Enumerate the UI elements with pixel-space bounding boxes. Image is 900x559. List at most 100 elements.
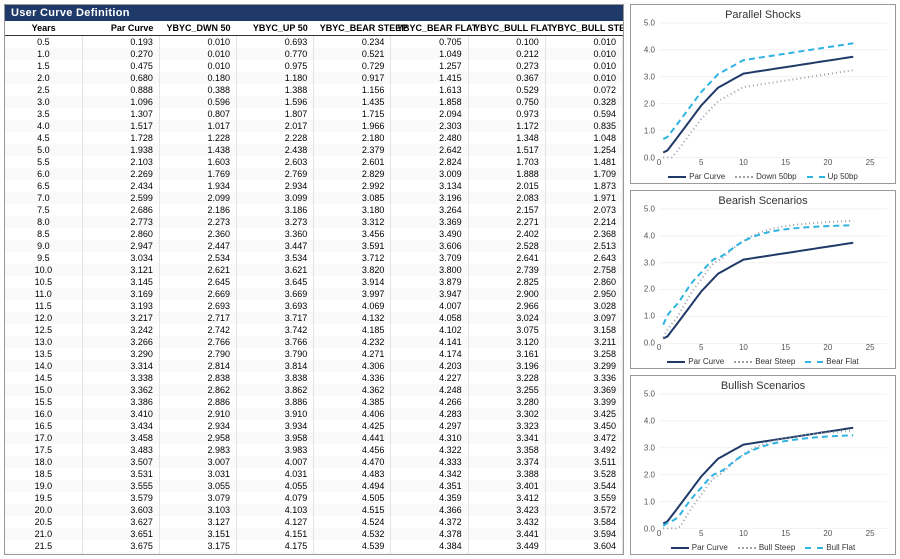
table-cell: 3.800 (391, 264, 468, 276)
table-cell: 22.0 (5, 552, 82, 554)
table-cell: 3.434 (82, 420, 159, 432)
table-cell: 2.643 (545, 252, 622, 264)
table-cell: 4.483 (314, 468, 391, 480)
col-header: Years (5, 21, 82, 36)
table-cell: 3.947 (391, 288, 468, 300)
table-row: 22.03.7003.2004.2004.5454.3893.4563.613 (5, 552, 623, 554)
table-cell: 0.705 (391, 36, 468, 49)
table-cell: 3.360 (237, 228, 314, 240)
col-header: YBYC_BULL FLAT (468, 21, 545, 36)
table-cell: 4.283 (391, 408, 468, 420)
chart-plot: 0.01.02.03.04.05.00510152025 (659, 394, 887, 529)
table-cell: 10.5 (5, 276, 82, 288)
table-cell: 3.273 (237, 216, 314, 228)
table-cell: 3.007 (159, 456, 236, 468)
table-cell: 11.0 (5, 288, 82, 300)
table-cell: 3.645 (237, 276, 314, 288)
table-cell: 4.524 (314, 516, 391, 528)
table-cell: 3.034 (82, 252, 159, 264)
table-cell: 1.017 (159, 120, 236, 132)
table-cell: 13.5 (5, 348, 82, 360)
table-cell: 0.693 (237, 36, 314, 49)
table-cell: 4.351 (391, 480, 468, 492)
table-cell: 16.0 (5, 408, 82, 420)
table-cell: 3.145 (82, 276, 159, 288)
table-cell: 19.5 (5, 492, 82, 504)
table-cell: 2.790 (159, 348, 236, 360)
table-cell: 2.642 (391, 144, 468, 156)
table-cell: 3.255 (468, 384, 545, 396)
table-cell: 4.310 (391, 432, 468, 444)
table-cell: 3.693 (237, 300, 314, 312)
table-row: 9.02.9472.4473.4473.5913.6062.5282.513 (5, 240, 623, 252)
table-cell: 3.290 (82, 348, 159, 360)
table-cell: 3.151 (159, 528, 236, 540)
table-cell: 0.193 (82, 36, 159, 49)
curve-table: YearsPar CurveYBYC_DWN 50YBYC_UP 50YBYC_… (5, 21, 623, 554)
table-cell: 2.402 (468, 228, 545, 240)
table-cell: 2.447 (159, 240, 236, 252)
table-cell: 4.456 (314, 444, 391, 456)
table-cell: 1.938 (82, 144, 159, 156)
table-cell: 3.264 (391, 204, 468, 216)
table-cell: 0.234 (314, 36, 391, 49)
table-cell: 0.680 (82, 72, 159, 84)
table-cell: 0.100 (468, 36, 545, 49)
table-cell: 4.175 (237, 540, 314, 552)
table-cell: 3.627 (82, 516, 159, 528)
table-cell: 1.728 (82, 132, 159, 144)
table-cell: 2.766 (159, 336, 236, 348)
table-cell: 3.531 (82, 468, 159, 480)
table-cell: 2.860 (545, 276, 622, 288)
table-cell: 3.441 (468, 528, 545, 540)
table-cell: 3.258 (545, 348, 622, 360)
col-header: Par Curve (82, 21, 159, 36)
table-cell: 4.532 (314, 528, 391, 540)
table-cell: 3.910 (237, 408, 314, 420)
table-cell: 0.270 (82, 48, 159, 60)
table-cell: 3.388 (468, 468, 545, 480)
table-cell: 3.075 (468, 324, 545, 336)
table-cell: 0.807 (159, 108, 236, 120)
table-row: 15.53.3862.8863.8864.3854.2663.2803.399 (5, 396, 623, 408)
table-cell: 4.333 (391, 456, 468, 468)
table-cell: 3.200 (159, 552, 236, 554)
table-cell: 2.534 (159, 252, 236, 264)
table-cell: 3.790 (237, 348, 314, 360)
table-row: 14.03.3142.8143.8144.3064.2033.1963.299 (5, 360, 623, 372)
table-cell: 3.669 (237, 288, 314, 300)
table-cell: 4.185 (314, 324, 391, 336)
table-row: 11.53.1932.6933.6934.0694.0072.9663.028 (5, 300, 623, 312)
table-cell: 3.228 (468, 372, 545, 384)
col-header: YBYC_BEAR STEEP (314, 21, 391, 36)
table-cell: 3.584 (545, 516, 622, 528)
table-cell: 2.693 (159, 300, 236, 312)
table-cell: 1.934 (159, 180, 236, 192)
table-cell: 2.186 (159, 204, 236, 216)
table-cell: 7.5 (5, 204, 82, 216)
table-cell: 3.161 (468, 348, 545, 360)
table-cell: 6.0 (5, 168, 82, 180)
table-row: 8.02.7732.2733.2733.3123.3692.2712.214 (5, 216, 623, 228)
table-cell: 4.174 (391, 348, 468, 360)
table-cell: 4.389 (391, 552, 468, 554)
table-cell: 4.227 (391, 372, 468, 384)
table-cell: 3.399 (545, 396, 622, 408)
table-cell: 4.545 (314, 552, 391, 554)
table-cell: 3.323 (468, 420, 545, 432)
table-cell: 4.372 (391, 516, 468, 528)
table-cell: 1.966 (314, 120, 391, 132)
panel-title: User Curve Definition (5, 5, 623, 21)
table-cell: 0.750 (468, 96, 545, 108)
table-cell: 0.973 (468, 108, 545, 120)
table-cell: 14.0 (5, 360, 82, 372)
table-cell: 0.367 (468, 72, 545, 84)
table-cell: 4.248 (391, 384, 468, 396)
table-cell: 2.742 (159, 324, 236, 336)
table-cell: 2.686 (82, 204, 159, 216)
table-cell: 4.322 (391, 444, 468, 456)
table-cell: 9.0 (5, 240, 82, 252)
table-cell: 3.336 (545, 372, 622, 384)
table-cell: 3.196 (391, 192, 468, 204)
table-cell: 3.621 (237, 264, 314, 276)
